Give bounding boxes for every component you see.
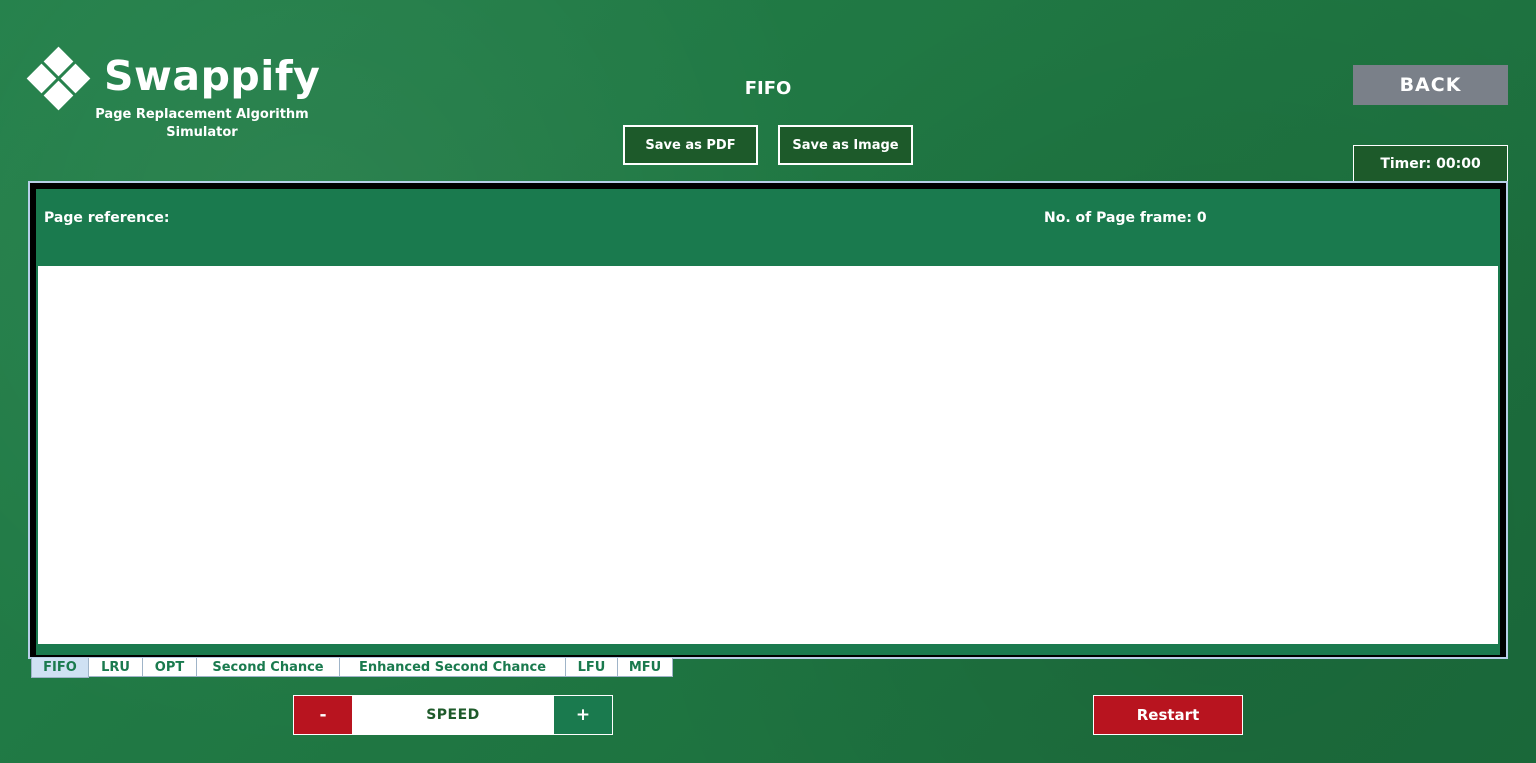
tab-lru[interactable]: LRU (88, 658, 143, 677)
page-reference-label: Page reference: (44, 210, 170, 226)
speed-decrease-button[interactable]: - (294, 696, 352, 734)
timer-display: Timer: 00:00 (1353, 145, 1508, 181)
back-button[interactable]: BACK (1353, 65, 1508, 105)
restart-button[interactable]: Restart (1093, 695, 1243, 735)
simulation-panel-header (36, 189, 1500, 266)
tab-mfu[interactable]: MFU (617, 658, 673, 677)
save-as-pdf-button[interactable]: Save as PDF (623, 125, 758, 165)
speed-label: SPEED (426, 707, 480, 723)
tab-second-chance[interactable]: Second Chance (196, 658, 340, 677)
algorithm-tabs: FIFO LRU OPT Second Chance Enhanced Seco… (31, 658, 673, 678)
tab-lfu[interactable]: LFU (565, 658, 618, 677)
tab-fifo[interactable]: FIFO (31, 658, 89, 678)
speed-increase-button[interactable]: + (554, 696, 612, 734)
page-frame-count: No. of Page frame: 0 (1044, 210, 1207, 226)
tab-enhanced-second-chance[interactable]: Enhanced Second Chance (339, 658, 566, 677)
simulation-canvas (38, 266, 1498, 644)
app-subtitle: Page Replacement Algorithm Simulator (95, 107, 309, 140)
save-as-image-button[interactable]: Save as Image (778, 125, 913, 165)
app-title: Swappify (104, 52, 321, 100)
algorithm-title: FIFO (744, 78, 792, 99)
logo-icon (26, 46, 91, 111)
tab-opt[interactable]: OPT (142, 658, 197, 677)
